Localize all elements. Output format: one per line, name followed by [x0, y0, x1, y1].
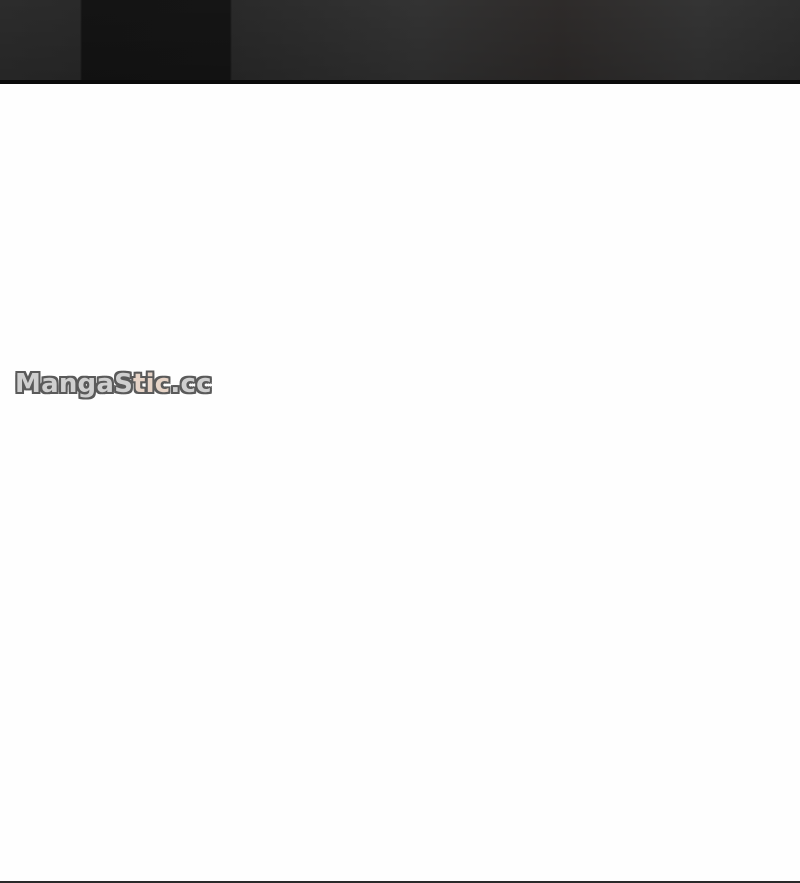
manga-page: MangaStic.cc — [0, 0, 800, 883]
blank-white-panel — [0, 84, 800, 883]
panel-shade — [0, 0, 800, 82]
site-watermark: MangaStic.cc — [15, 363, 212, 405]
watermark-text-part1: MangaS — [15, 369, 134, 399]
top-dark-panel — [0, 0, 800, 82]
watermark-text-part2: tic — [133, 369, 171, 399]
watermark-text-part3: .cc — [170, 369, 212, 399]
